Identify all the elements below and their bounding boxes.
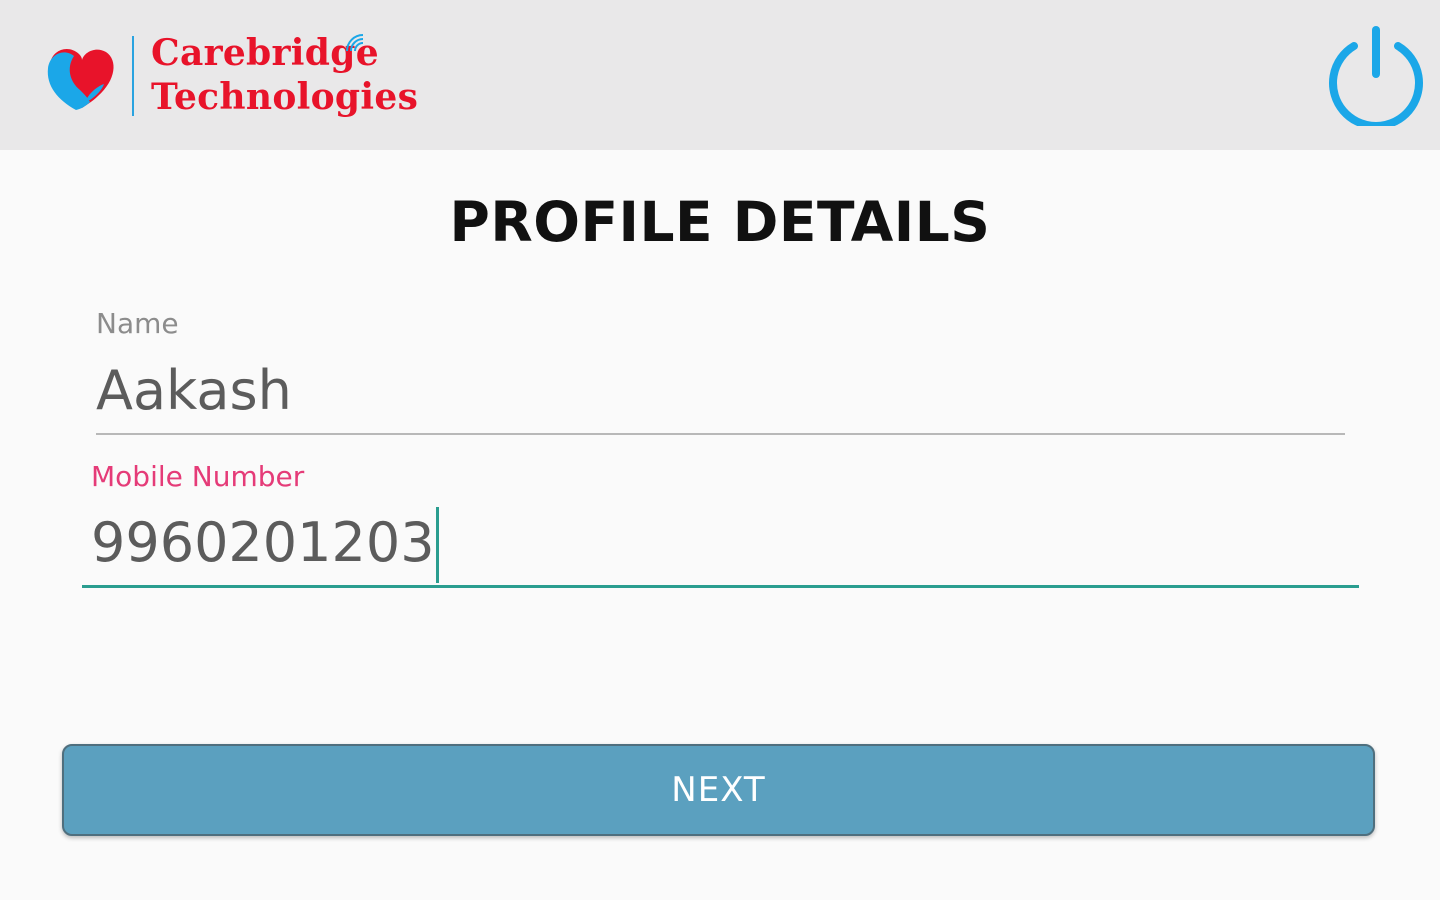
mobile-number-value-wrap: 9960201203 [91, 507, 439, 583]
heart-logo-icon [47, 49, 114, 110]
next-button[interactable]: NEXT [62, 744, 1375, 836]
text-cursor [435, 507, 439, 583]
power-icon[interactable] [1324, 22, 1428, 126]
app-header: Carebridge Technologies [0, 0, 1440, 150]
logo-divider [132, 36, 134, 116]
page-title: PROFILE DETAILS [449, 190, 991, 254]
carebridge-logo: Carebridge Technologies [44, 30, 418, 120]
logo-line2: Technologies [151, 76, 419, 118]
wireless-signal-icon [346, 34, 364, 52]
mobile-number-input[interactable]: 9960201203 [82, 505, 1359, 588]
name-value: Aakash [96, 359, 292, 422]
mobile-number-value: 9960201203 [91, 511, 435, 574]
mobile-number-label: Mobile Number [91, 460, 305, 493]
name-label: Name [96, 307, 179, 340]
name-input[interactable]: Aakash [96, 355, 1345, 435]
